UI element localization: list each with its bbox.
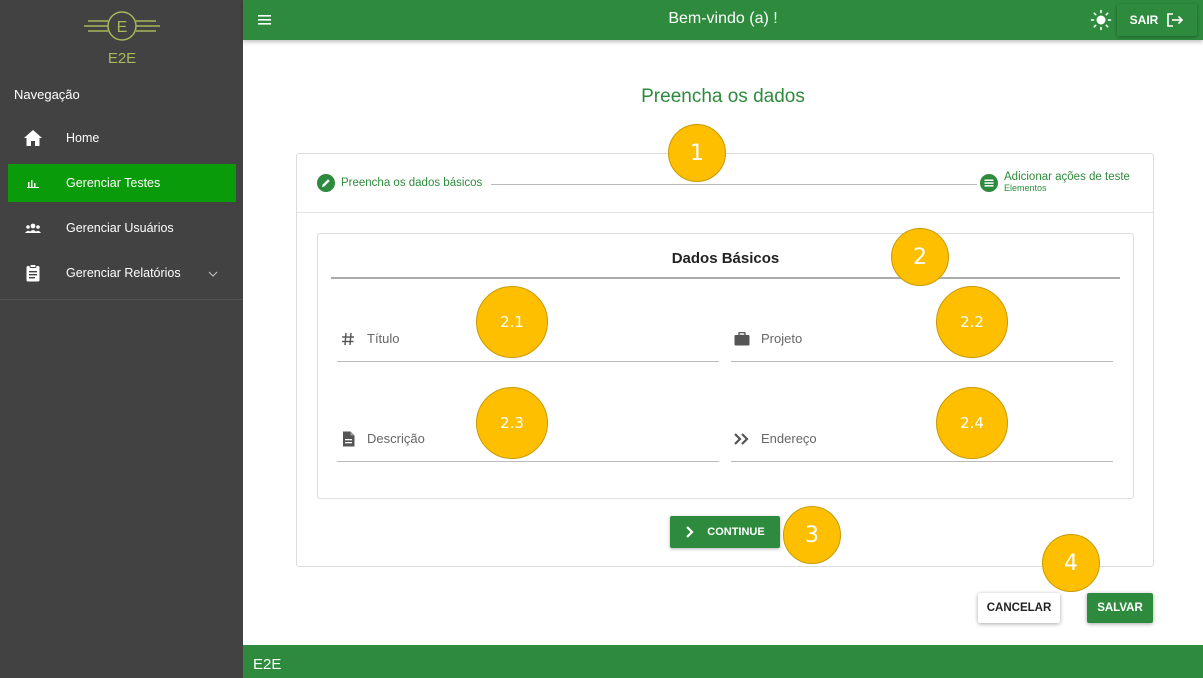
users-icon	[8, 223, 58, 233]
section-title: Dados Básicos	[671, 250, 780, 267]
chevron-right-icon	[686, 526, 694, 538]
footer: E2E	[243, 645, 1203, 678]
footer-text: E2E	[253, 656, 282, 673]
descricao-label: Descrição	[367, 431, 425, 446]
e2e-logo: E E2E	[84, 11, 160, 66]
step-acoes-de-teste[interactable]: Adicionar ações de teste Elementos	[980, 171, 1130, 193]
form-card: Preencha os dados básicos Adicionar açõe…	[296, 153, 1154, 567]
sidebar: E E2E Navegação Home Gerenciar Testes Ge…	[0, 0, 243, 678]
logo-letter: E	[117, 19, 128, 36]
endereco-label: Endereço	[761, 431, 817, 446]
document-icon	[339, 430, 357, 448]
logo-text: E2E	[108, 50, 136, 66]
annotation-marker-2-4: 2.4	[936, 387, 1008, 459]
logout-icon	[1167, 13, 1184, 27]
briefcase-icon	[733, 330, 751, 348]
sidebar-item-label: Gerenciar Testes	[66, 176, 161, 190]
list-icon	[980, 174, 998, 192]
sidebar-divider	[0, 299, 243, 300]
sidebar-item-label: Gerenciar Relatórios	[66, 266, 181, 280]
header-title: Bem-vindo (a) !	[668, 10, 778, 27]
projeto-field[interactable]: Projeto	[731, 316, 1113, 362]
step2-sublabel: Elementos	[1004, 183, 1047, 193]
projeto-label: Projeto	[761, 331, 803, 346]
annotation-marker-3: 3	[783, 506, 841, 564]
sidebar-item-home[interactable]: Home	[8, 119, 236, 157]
step1-label: Preencha os dados básicos	[341, 177, 483, 189]
continue-button[interactable]: CONTINUE	[670, 516, 780, 548]
chart-icon	[8, 178, 58, 188]
annotation-marker-2-1: 2.1	[476, 286, 548, 358]
logout-label: SAIR	[1129, 13, 1159, 27]
nav-list: Home Gerenciar Testes Gerenciar Usuários…	[8, 119, 236, 299]
sidebar-item-label: Gerenciar Usuários	[66, 221, 174, 235]
sidebar-item-gerenciar-relatorios[interactable]: Gerenciar Relatórios	[8, 254, 236, 292]
nav-heading: Navegação	[14, 87, 80, 102]
clipboard-icon	[8, 264, 58, 282]
theme-toggle-sun-icon[interactable]	[1090, 9, 1112, 31]
annotation-marker-1: 1	[668, 124, 726, 182]
stepper-connector	[491, 184, 977, 185]
top-app-bar: Bem-vindo (a) ! SAIR	[243, 0, 1203, 40]
annotation-marker-2-2: 2.2	[936, 286, 1008, 358]
step2-label: Adicionar ações de teste	[1004, 171, 1130, 183]
endereco-field[interactable]: Endereço	[731, 416, 1113, 462]
page-title: Preencha os dados	[641, 86, 805, 107]
annotation-marker-4: 4	[1042, 534, 1100, 592]
step-dados-basicos[interactable]: Preencha os dados básicos	[317, 174, 482, 192]
home-icon	[8, 129, 58, 147]
save-button[interactable]: SALVAR	[1087, 593, 1153, 623]
cancel-button[interactable]: CANCELAR	[978, 593, 1060, 623]
double-chevron-icon	[733, 430, 751, 448]
section-divider	[331, 277, 1120, 279]
logout-button[interactable]: SAIR	[1117, 4, 1197, 36]
stepper: Preencha os dados básicos Adicionar açõe…	[297, 154, 1153, 213]
annotation-marker-2-3: 2.3	[476, 387, 548, 459]
titulo-label: Título	[367, 331, 400, 346]
sidebar-item-label: Home	[66, 131, 100, 145]
sidebar-item-gerenciar-testes[interactable]: Gerenciar Testes	[8, 164, 236, 202]
sidebar-item-gerenciar-usuarios[interactable]: Gerenciar Usuários	[8, 209, 236, 247]
continue-label: CONTINUE	[707, 526, 765, 538]
edit-icon	[317, 174, 335, 192]
hash-icon	[339, 330, 357, 348]
chevron-down-icon	[208, 266, 218, 280]
annotation-marker-2: 2	[891, 228, 949, 286]
basic-data-section: Dados Básicos Título Projeto Descrição E	[317, 233, 1134, 499]
